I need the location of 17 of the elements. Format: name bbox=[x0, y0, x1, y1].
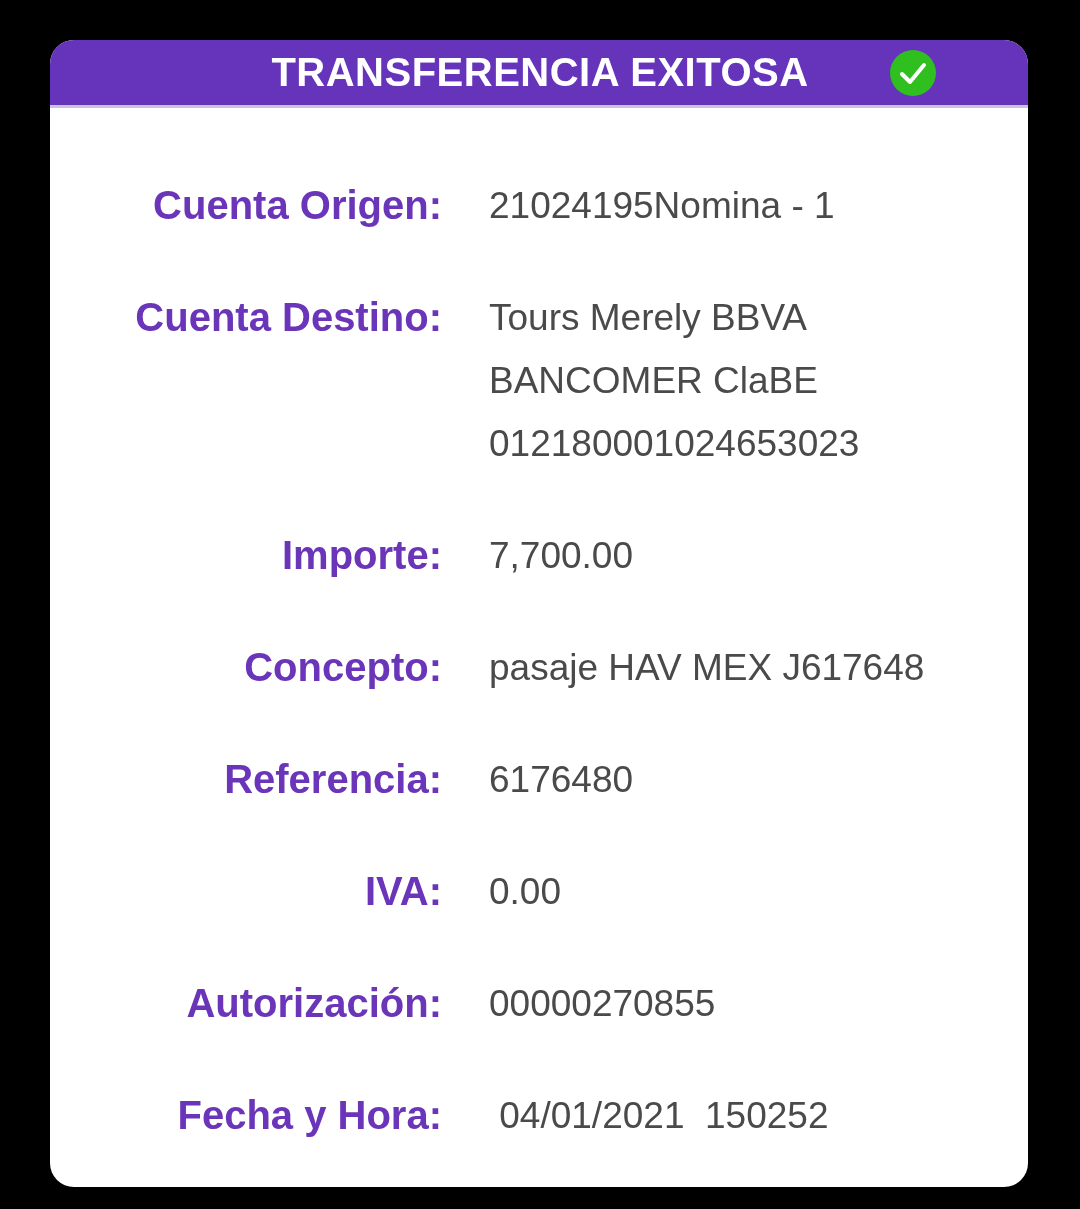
field-label: Cuenta Origen: bbox=[153, 182, 442, 229]
header-title: TRANSFERENCIA EXITOSA bbox=[271, 50, 809, 95]
field-value: pasaje HAV MEX J617648 bbox=[489, 646, 926, 690]
field-label: Concepto: bbox=[244, 644, 442, 691]
field-label: Fecha y Hora: bbox=[177, 1092, 442, 1139]
field-value: 7,700.00 bbox=[489, 534, 635, 578]
field-value: 6176480 bbox=[489, 758, 635, 802]
field-value: 04/01/2021 150252 bbox=[498, 1094, 830, 1138]
field-label: Autorización: bbox=[186, 980, 442, 1027]
field-value: 0.00 bbox=[489, 870, 562, 914]
field-label: Referencia: bbox=[224, 756, 442, 803]
field-value: Tours Merely BBVA BANCOMER ClaBE 012180001024653023 bbox=[489, 296, 861, 466]
field-value: 21024195Nomina - 1 bbox=[489, 184, 836, 228]
field-label: Importe: bbox=[282, 532, 442, 579]
field-label: IVA: bbox=[364, 868, 442, 915]
field-value: 00000270855 bbox=[489, 982, 717, 1026]
field-label: Cuenta Destino: bbox=[135, 294, 442, 341]
